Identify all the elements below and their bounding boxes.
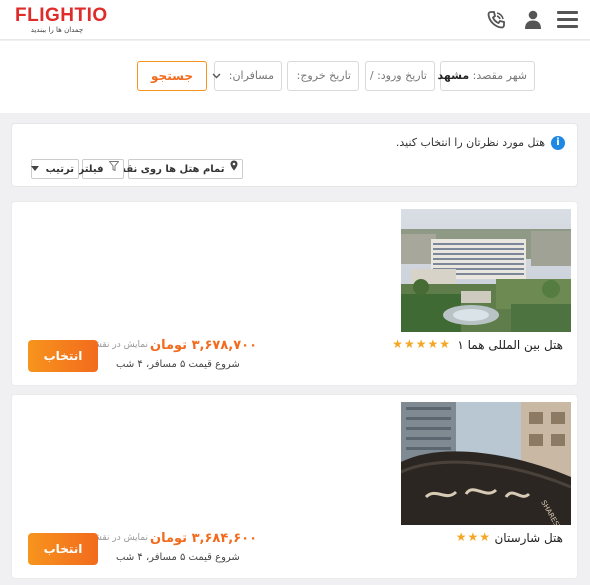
star-icon: ★: [467, 530, 480, 544]
phone-icon[interactable]: [486, 10, 506, 30]
hotel-card: SHARESTAN هتل شارستان ★★★ ۳,۶۸۴,۶۰۰ توما…: [11, 394, 578, 579]
menu-icon[interactable]: [557, 11, 578, 28]
checkout-field[interactable]: تاریخ خروج:: [287, 61, 359, 91]
info-message: هتل مورد نظرتان را انتخاب کنید.: [395, 136, 545, 149]
top-bar: FLIGHTIO چمدان ها را ببندید: [0, 0, 590, 40]
hotel-card: هتل بین المللی هما ۱ ★★★★★ ۳,۶۷۸,۷۰۰ توم…: [11, 201, 578, 386]
logo-tagline: چمدان ها را ببندید: [30, 26, 84, 34]
logo-text: FLIGHTIO: [15, 5, 108, 26]
hotel-photo[interactable]: SHARESTAN: [401, 402, 571, 525]
map-pin-icon: [230, 160, 238, 178]
sort-label: ترتیب: [45, 164, 74, 175]
search-button[interactable]: جستجو: [137, 61, 207, 91]
user-icon[interactable]: [524, 10, 542, 29]
logo[interactable]: FLIGHTIO چمدان ها را ببندید: [15, 6, 110, 36]
info-panel: i هتل مورد نظرتان را انتخاب کنید. تمام ه…: [11, 123, 578, 187]
info-icon: i: [551, 136, 565, 150]
checkout-label: تاریخ خروج:: [296, 69, 351, 82]
passengers-label: مسافران:: [228, 69, 274, 82]
hotel-photo[interactable]: [401, 209, 571, 332]
hotel-name: هتل شارستان: [494, 531, 563, 545]
filter-label: فیلتر: [78, 164, 104, 175]
show-on-map-text[interactable]: نمایش در نقشه: [98, 533, 148, 543]
price-note: شروع قیمت ۵ مسافر، ۴ شب: [116, 552, 240, 563]
filter-button[interactable]: فیلتر: [78, 159, 124, 179]
star-icon: ★: [415, 337, 428, 351]
star-icon: ★: [427, 337, 440, 351]
filter-icon: [108, 160, 120, 178]
sort-button[interactable]: ترتیب: [31, 159, 79, 179]
checkin-value: /: [369, 69, 374, 82]
show-on-map-text[interactable]: نمایش در نقشه: [98, 340, 148, 350]
star-icon: ★: [455, 530, 468, 544]
map-view-button[interactable]: تمام هتل ها روی نقشه: [110, 159, 243, 179]
destination-label: شهر مقصد:: [472, 69, 527, 82]
checkin-label: تاریخ ورود:: [377, 69, 427, 82]
checkin-field[interactable]: تاریخ ورود: /: [365, 61, 435, 91]
star-icon: ★: [479, 530, 491, 544]
destination-field[interactable]: شهر مقصد: مشهد: [437, 61, 535, 91]
destination-value: مشهد: [437, 69, 470, 82]
passengers-field[interactable]: مسافران:: [212, 61, 282, 91]
hotel-price: ۳,۶۸۴,۶۰۰ تومان: [150, 531, 258, 546]
hotel-name: هتل بین المللی هما ۱: [457, 338, 563, 352]
hotel-stars: ★★★: [456, 530, 491, 544]
price-note: شروع قیمت ۵ مسافر، ۴ شب: [116, 359, 240, 370]
search-bar: شهر مقصد: مشهد تاریخ ورود: / تاریخ خروج:…: [0, 41, 590, 113]
star-icon: ★: [403, 337, 416, 351]
hotel-price: ۳,۶۷۸,۷۰۰ تومان: [150, 338, 258, 353]
star-icon: ★: [392, 337, 404, 351]
chevron-down-icon: [212, 62, 221, 90]
dropdown-icon: [31, 160, 40, 178]
select-button[interactable]: انتخاب: [28, 533, 98, 565]
star-icon: ★: [439, 337, 451, 351]
select-button[interactable]: انتخاب: [28, 340, 98, 372]
map-view-label: تمام هتل ها روی نقشه: [110, 164, 225, 175]
hotel-stars: ★★★★★: [392, 337, 451, 351]
